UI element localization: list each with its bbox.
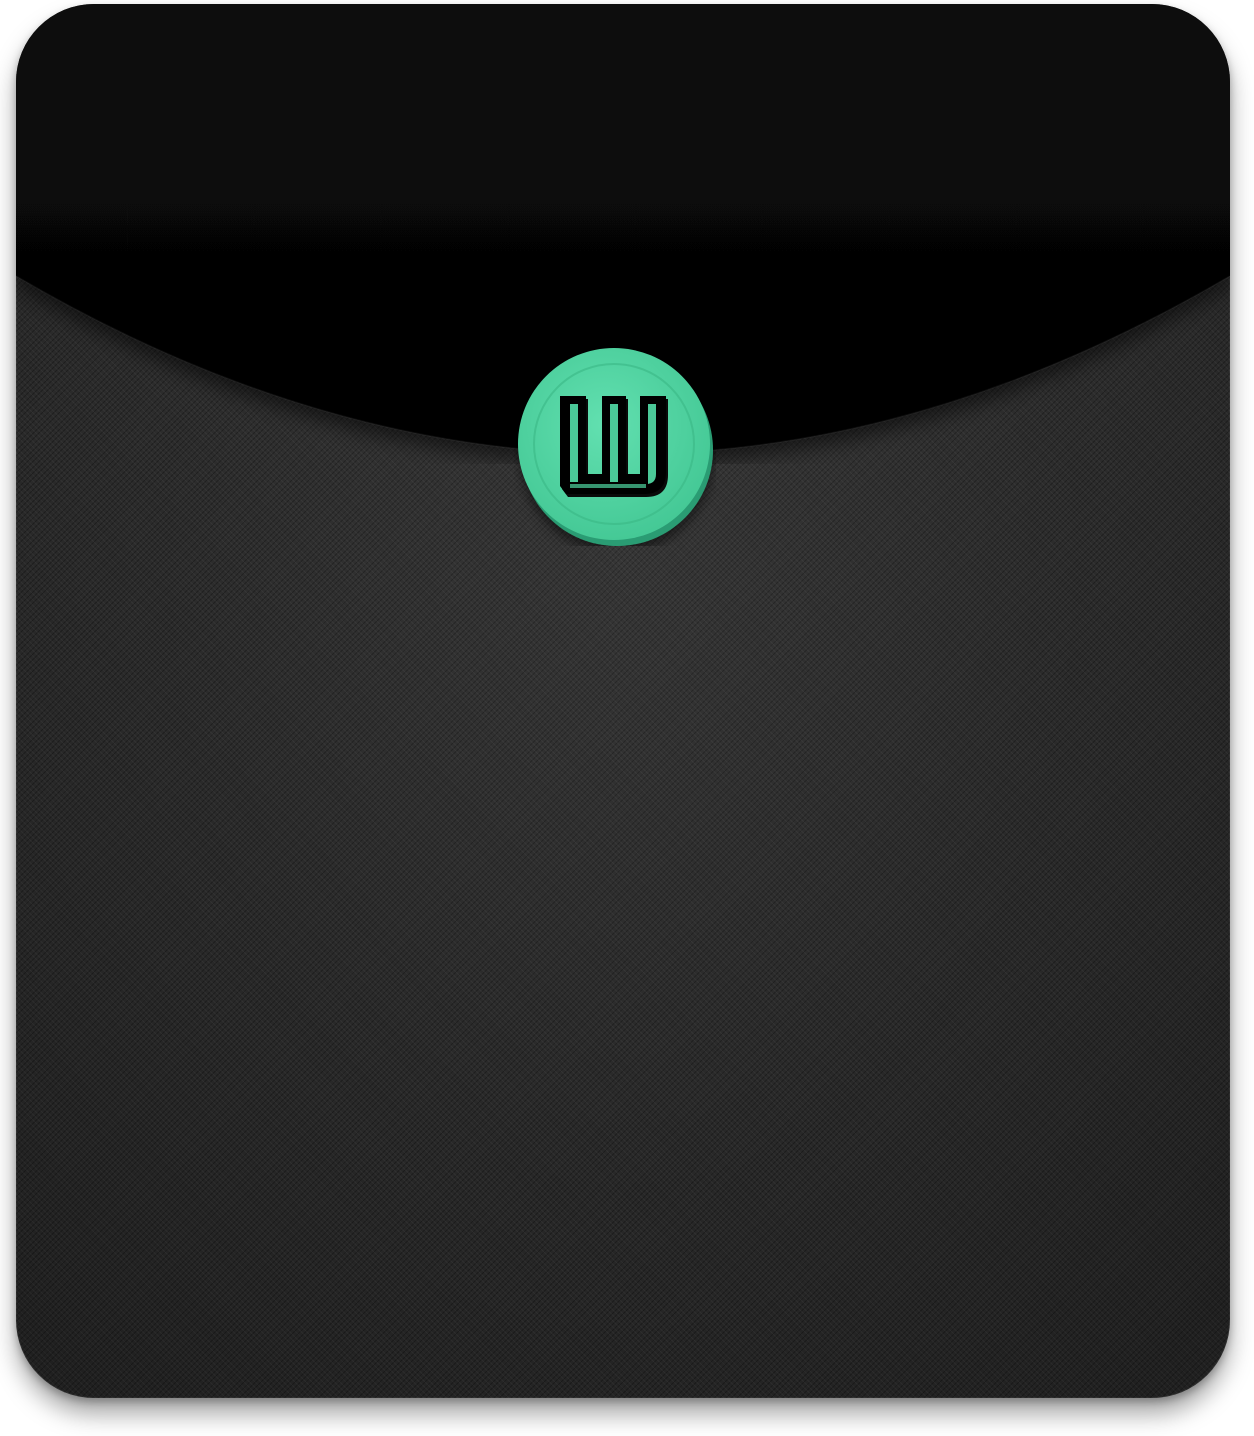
w-logo-icon: [518, 348, 713, 546]
tablet-sleeve: [16, 4, 1230, 1398]
logo-badge: [514, 344, 716, 546]
canvas: [0, 0, 1254, 1436]
